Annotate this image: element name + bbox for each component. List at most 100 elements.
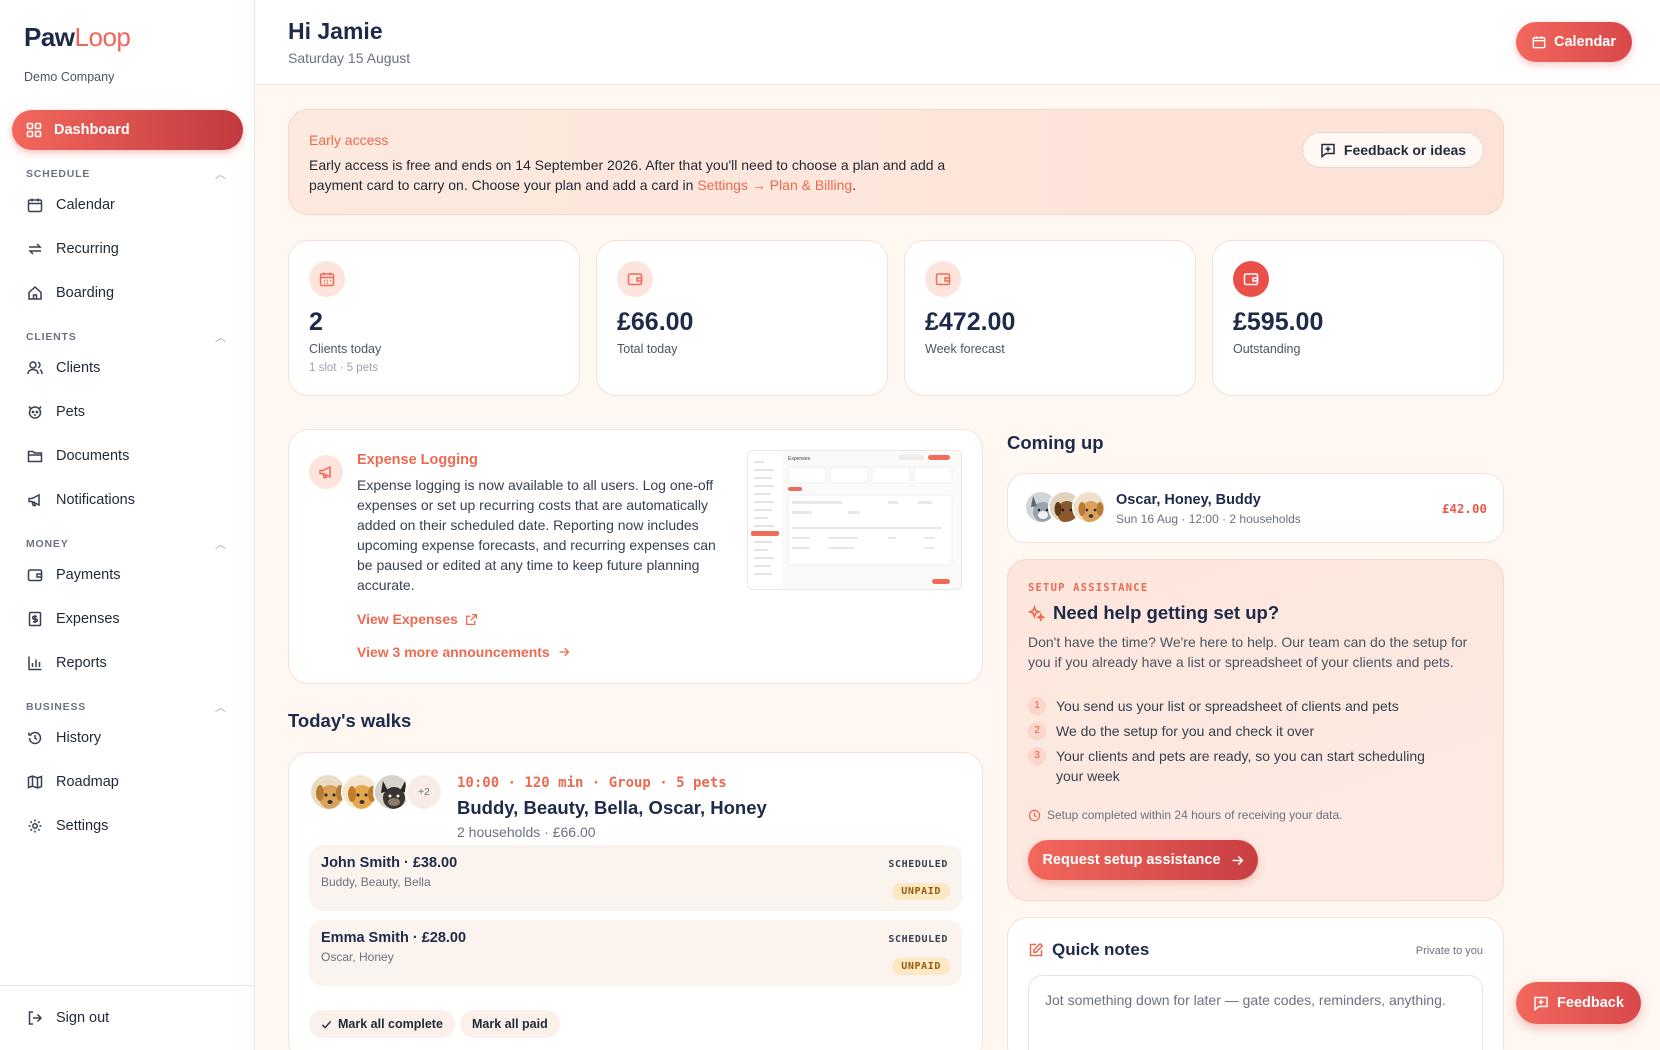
feedback-ideas-label: Feedback or ideas [1343,142,1467,158]
stat-card-clients-today[interactable]: 2 Clients today 1 slot · 5 pets [288,240,580,396]
sidebar-item-dashboard[interactable]: Dashboard [12,110,243,150]
mark-all-paid-button[interactable]: Mark all paid [460,1010,560,1038]
sidebar-item-history[interactable]: History [26,726,101,750]
banner-text-end: . [852,177,857,193]
message-plus-icon [1534,996,1548,1011]
sidebar-item-settings[interactable]: Settings [26,814,108,838]
sidebar-item-documents[interactable]: Documents [26,444,129,468]
sign-out-icon [26,1009,44,1027]
more-announcements-link[interactable]: View 3 more announcements [357,644,570,660]
request-setup-label: Request setup assistance [1042,852,1221,868]
step-text: Your clients and pets are ready, so you … [1056,748,1425,784]
sidebar-item-expenses[interactable]: Expenses [26,607,120,631]
check-icon [321,1020,332,1029]
step-text: We do the setup for you and check it ove… [1056,723,1315,739]
sidebar-item-notifications[interactable]: Notifications [26,488,135,512]
grid-icon [26,122,42,138]
wallet-icon [925,261,961,297]
gear-icon [26,817,44,835]
sign-out-label: Sign out [56,1010,110,1026]
status-badge: SCHEDULED [888,934,948,945]
private-label: Private to you [1415,945,1483,957]
quick-notes-title-text: Quick notes [1052,940,1150,959]
pet-avatars [1024,490,1106,524]
calendar-button[interactable]: Calendar [1516,22,1632,62]
early-access-banner: Early access Early access is free and en… [288,109,1504,215]
map-icon [26,773,44,791]
quick-notes-input[interactable] [1028,975,1483,1050]
view-expenses-link[interactable]: View Expenses [357,611,478,627]
booking-client: Emma Smith · £28.00 [321,930,467,946]
sidebar-item-calendar[interactable]: Calendar [26,193,115,217]
quick-notes-card: Quick notes Private to you [1007,917,1504,1050]
banner-text: Early access is free and ends on 14 Sept… [309,155,989,195]
stat-card-week-forecast[interactable]: £472.00 Week forecast [904,240,1196,396]
stat-card-total-today[interactable]: £66.00 Total today [596,240,888,396]
page-header: Hi Jamie Saturday 15 August Calendar [256,0,1660,85]
sidebar-item-payments[interactable]: Payments [26,563,120,587]
setup-tag: SETUP ASSISTANCE [1028,582,1149,594]
sidebar-item-label: Expenses [56,611,120,627]
upcoming-booking-card[interactable]: Oscar, Honey, Buddy Sun 16 Aug · 12:00 ·… [1007,473,1504,543]
request-setup-button[interactable]: Request setup assistance [1028,840,1258,880]
step-number: 2 [1028,722,1046,740]
pet-avatars: +2 [309,773,443,811]
step-number: 1 [1028,697,1046,715]
feedback-button[interactable]: Feedback [1516,982,1641,1024]
stat-value: £595.00 [1233,308,1324,336]
repeat-icon [26,240,44,258]
step-number: 3 [1028,747,1046,765]
sidebar-item-reports[interactable]: Reports [26,651,107,675]
sidebar-item-label: Dashboard [54,122,130,138]
sidebar-item-pets[interactable]: Pets [26,400,85,424]
sidebar-item-boarding[interactable]: Boarding [26,281,114,305]
page-title: Hi Jamie [288,18,383,44]
chevron-up-icon[interactable]: ︿ [215,329,226,345]
walk-pet-names: Buddy, Beauty, Bella, Oscar, Honey [457,797,767,818]
stat-value: 2 [309,308,323,336]
walk-meta: 10:00 · 120 min · Group · 5 pets [457,775,727,791]
feedback-ideas-button[interactable]: Feedback or ideas [1302,132,1484,168]
company-name: Demo Company [24,70,115,84]
booking-row[interactable]: John Smith · £38.00 Buddy, Beauty, Bella… [309,845,962,911]
sign-out-button[interactable]: Sign out [26,1006,109,1030]
sidebar-item-roadmap[interactable]: Roadmap [26,770,119,794]
section-title-coming-up: Coming up [1007,432,1104,453]
section-label-business: BUSINESS [26,701,87,713]
users-icon [26,359,44,377]
sidebar-item-recurring[interactable]: Recurring [26,237,119,261]
stat-label: Week forecast [925,342,1005,356]
sidebar-item-label: Calendar [56,197,115,213]
announcement-thumbnail[interactable]: Expenses [747,450,962,590]
status-badge: SCHEDULED [888,859,948,870]
feedback-button-label: Feedback [1557,995,1624,1011]
arrow-right-icon [559,647,570,657]
setup-title: Need help getting set up? [1028,602,1279,624]
payment-badge: UNPAID [892,958,950,975]
chevron-up-icon[interactable]: ︿ [215,699,226,715]
setup-title-text: Need help getting set up? [1053,602,1280,623]
sidebar-item-label: Roadmap [56,774,119,790]
booking-row[interactable]: Emma Smith · £28.00 Oscar, Honey SCHEDUL… [309,920,962,986]
chevron-up-icon[interactable]: ︿ [215,166,226,182]
mark-all-complete-button[interactable]: Mark all complete [309,1010,455,1038]
calendar-icon [309,261,345,297]
sidebar: PawLoop Demo Company Dashboard SCHEDULE … [0,0,255,1050]
walk-card[interactable]: +2 10:00 · 120 min · Group · 5 pets Budd… [288,752,983,1050]
sidebar-item-label: Documents [56,448,130,464]
logo[interactable]: PawLoop [24,22,131,53]
plan-billing-link[interactable]: Settings → Plan & Billing [697,177,852,193]
note-edit-icon [1029,942,1044,957]
banner-title: Early access [309,132,389,148]
sidebar-item-clients[interactable]: Clients [26,356,100,380]
stat-card-outstanding[interactable]: £595.00 Outstanding [1212,240,1504,396]
booking-pets: Oscar, Honey [321,950,394,964]
upcoming-meta: Sun 16 Aug · 12:00 · 2 households [1116,512,1301,526]
announcement-card: Expense Logging Expense logging is now a… [288,429,983,684]
view-expenses-label: View Expenses [357,611,458,627]
chevron-up-icon[interactable]: ︿ [215,536,226,552]
announcement-title: Expense Logging [357,452,478,468]
mark-all-paid-label: Mark all paid [472,1017,548,1031]
receipt-icon [26,610,44,628]
sidebar-item-label: Recurring [56,241,119,257]
